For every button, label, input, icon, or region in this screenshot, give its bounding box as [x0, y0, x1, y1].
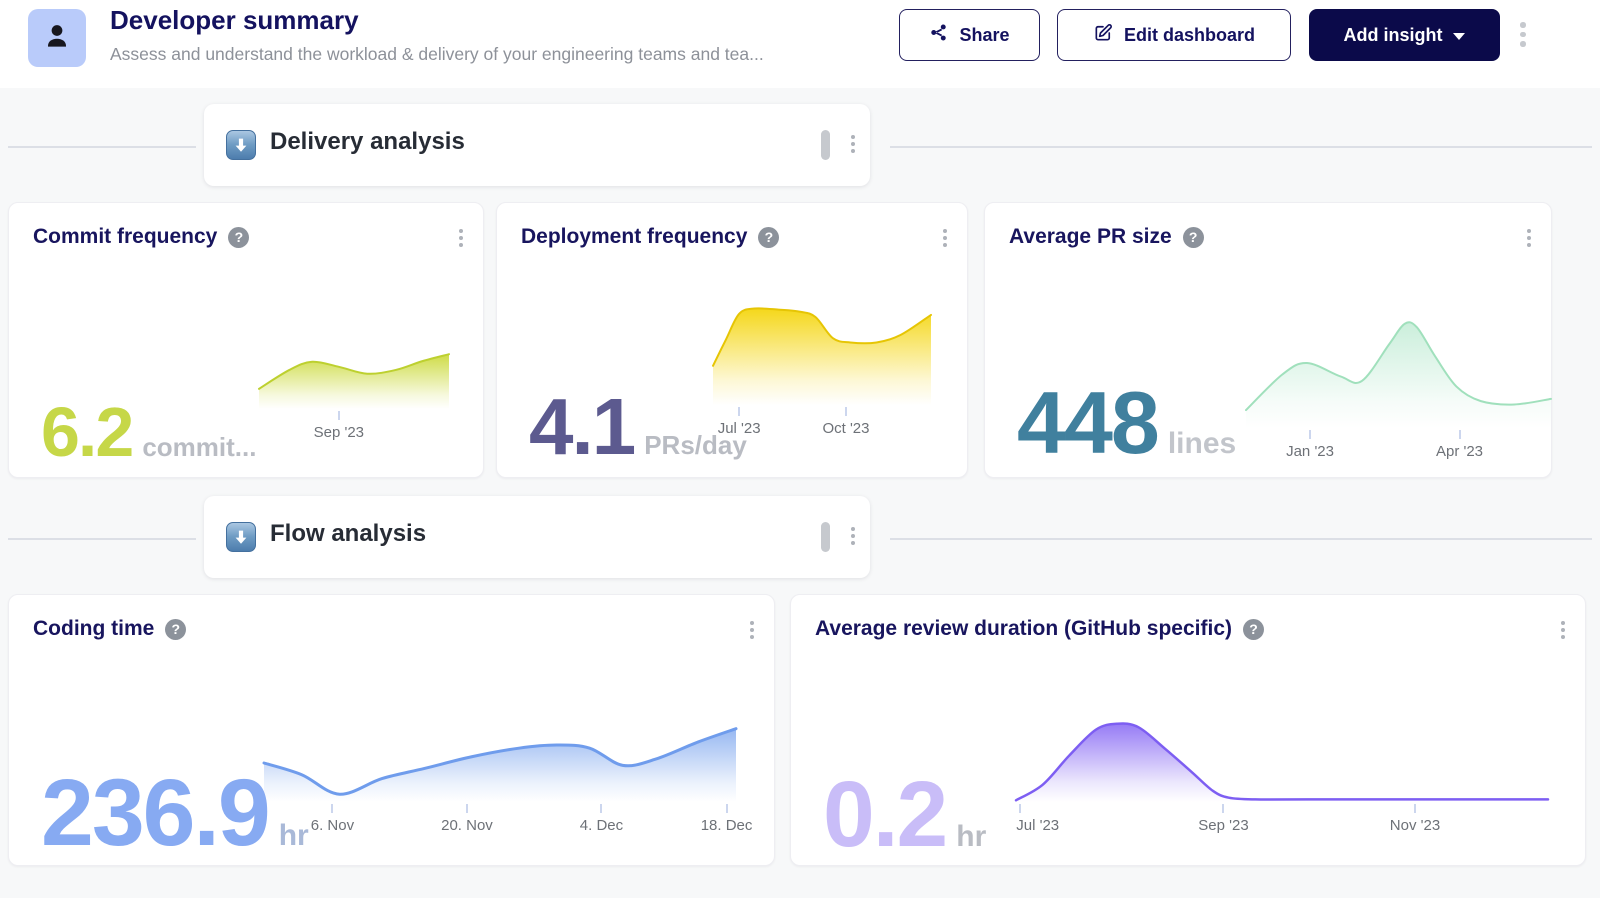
dashboard-page: Developer summary Assess and understand … [0, 0, 1600, 898]
metric-card-average-pr-size: Average PR size ? 448 lines Jan '23 Apr '… [984, 202, 1552, 478]
edit-pencil-icon [1093, 23, 1113, 48]
card-title: Coding time [33, 617, 154, 641]
x-axis-tick-label: 6. Nov [311, 817, 354, 834]
card-title: Commit frequency [33, 225, 217, 249]
drag-handle[interactable] [821, 522, 830, 552]
x-axis-tick-label: 20. Nov [441, 817, 493, 834]
drag-handle[interactable] [821, 130, 830, 160]
metric-card-coding-time: Coding time ? 236.9 hr 6. Nov20. Nov4. D… [8, 594, 775, 866]
sparkline-chart: Jan '23Apr '23 [1246, 316, 1551, 428]
x-axis-tick-label: 4. Dec [580, 817, 623, 834]
section-more-menu[interactable] [849, 525, 857, 547]
help-icon[interactable]: ? [1243, 619, 1264, 640]
chevron-down-icon [1453, 33, 1465, 40]
card-more-menu[interactable] [748, 619, 756, 641]
section-divider [890, 146, 1592, 148]
x-axis-ticks: Sep '23 [259, 409, 449, 451]
metric-unit: lines [1168, 429, 1236, 459]
x-axis-ticks: Jul '23 Sep '23 Nov '23 [1016, 802, 1548, 844]
section-title-flow: Flow analysis [270, 520, 426, 548]
down-arrow-emoji-icon [226, 522, 256, 552]
card-more-menu[interactable] [941, 227, 949, 249]
section-title-delivery: Delivery analysis [270, 128, 465, 156]
edit-dashboard-label: Edit dashboard [1124, 25, 1255, 46]
card-more-menu[interactable] [457, 227, 465, 249]
down-arrow-emoji-icon [226, 130, 256, 160]
x-axis-tick-label: 18. Dec [701, 817, 753, 834]
metric-number: 236.9 [41, 766, 269, 861]
section-divider [890, 538, 1592, 540]
x-axis-tick-label: Jan '23 [1286, 443, 1334, 460]
page-title: Developer summary [110, 5, 359, 36]
metric-number: 4.1 [529, 387, 634, 467]
page-header: Developer summary Assess and understand … [0, 0, 1600, 88]
metric-value: 6.2 commit... [41, 397, 256, 467]
share-icon [929, 23, 948, 47]
x-axis-tick-label: Sep '23 [1198, 817, 1248, 834]
help-icon[interactable]: ? [758, 227, 779, 248]
x-axis-ticks: 6. Nov20. Nov4. Dec18. Dec [264, 802, 736, 844]
x-axis-tick-label: Apr '23 [1436, 443, 1483, 460]
x-axis-tick-label: Oct '23 [822, 420, 869, 437]
section-divider [8, 538, 196, 540]
card-title: Average review duration (GitHub specific… [815, 617, 1232, 641]
sparkline-chart: Jul '23Sep '23Nov '23 [1016, 716, 1548, 802]
help-icon[interactable]: ? [228, 227, 249, 248]
section-more-menu[interactable] [849, 133, 857, 155]
card-title: Average PR size [1009, 225, 1172, 249]
header-more-menu[interactable] [1518, 20, 1528, 49]
add-insight-button[interactable]: Add insight [1309, 9, 1500, 61]
card-title: Deployment frequency [521, 225, 747, 249]
sparkline-chart: Sep '23 [259, 346, 449, 409]
sparkline-chart: 6. Nov20. Nov4. Dec18. Dec [264, 724, 736, 802]
help-icon[interactable]: ? [165, 619, 186, 640]
share-button-label: Share [959, 25, 1009, 46]
section-header-flow: Flow analysis [204, 496, 870, 578]
card-more-menu[interactable] [1559, 619, 1567, 641]
metric-number: 6.2 [41, 397, 132, 467]
metric-unit: hr [956, 822, 986, 852]
section-header-delivery: Delivery analysis [204, 104, 870, 186]
sparkline-chart: Jul '23Oct '23 [713, 299, 931, 405]
x-axis-tick-label: Nov '23 [1390, 817, 1440, 834]
page-subtitle: Assess and understand the workload & del… [110, 44, 764, 65]
person-icon [42, 21, 72, 56]
x-axis-tick-label: Jul '23 [718, 420, 761, 437]
x-axis-ticks: Jan '23 Apr '23 [1246, 428, 1551, 470]
metric-number: 0.2 [823, 768, 946, 861]
metric-card-commit-frequency: Commit frequency ? 6.2 commit... Sep '23 [8, 202, 484, 478]
section-divider [8, 146, 196, 148]
card-more-menu[interactable] [1525, 227, 1533, 249]
x-axis-tick-label: Jul '23 [1016, 817, 1059, 834]
metric-value: 0.2 hr [823, 768, 986, 861]
metric-value: 448 lines [1017, 379, 1236, 467]
add-insight-label: Add insight [1344, 25, 1443, 46]
share-button[interactable]: Share [899, 9, 1040, 61]
metric-card-average-review-duration: Average review duration (GitHub specific… [790, 594, 1586, 866]
help-icon[interactable]: ? [1183, 227, 1204, 248]
metric-card-deployment-frequency: Deployment frequency ? 4.1 PRs/day Jul '… [496, 202, 968, 478]
x-axis-tick-label: Sep '23 [314, 424, 364, 441]
dashboard-avatar [28, 9, 86, 67]
metric-unit: commit... [142, 434, 256, 460]
edit-dashboard-button[interactable]: Edit dashboard [1057, 9, 1291, 61]
metric-number: 448 [1017, 379, 1158, 467]
x-axis-ticks: Jul '23 Oct '23 [713, 405, 931, 447]
